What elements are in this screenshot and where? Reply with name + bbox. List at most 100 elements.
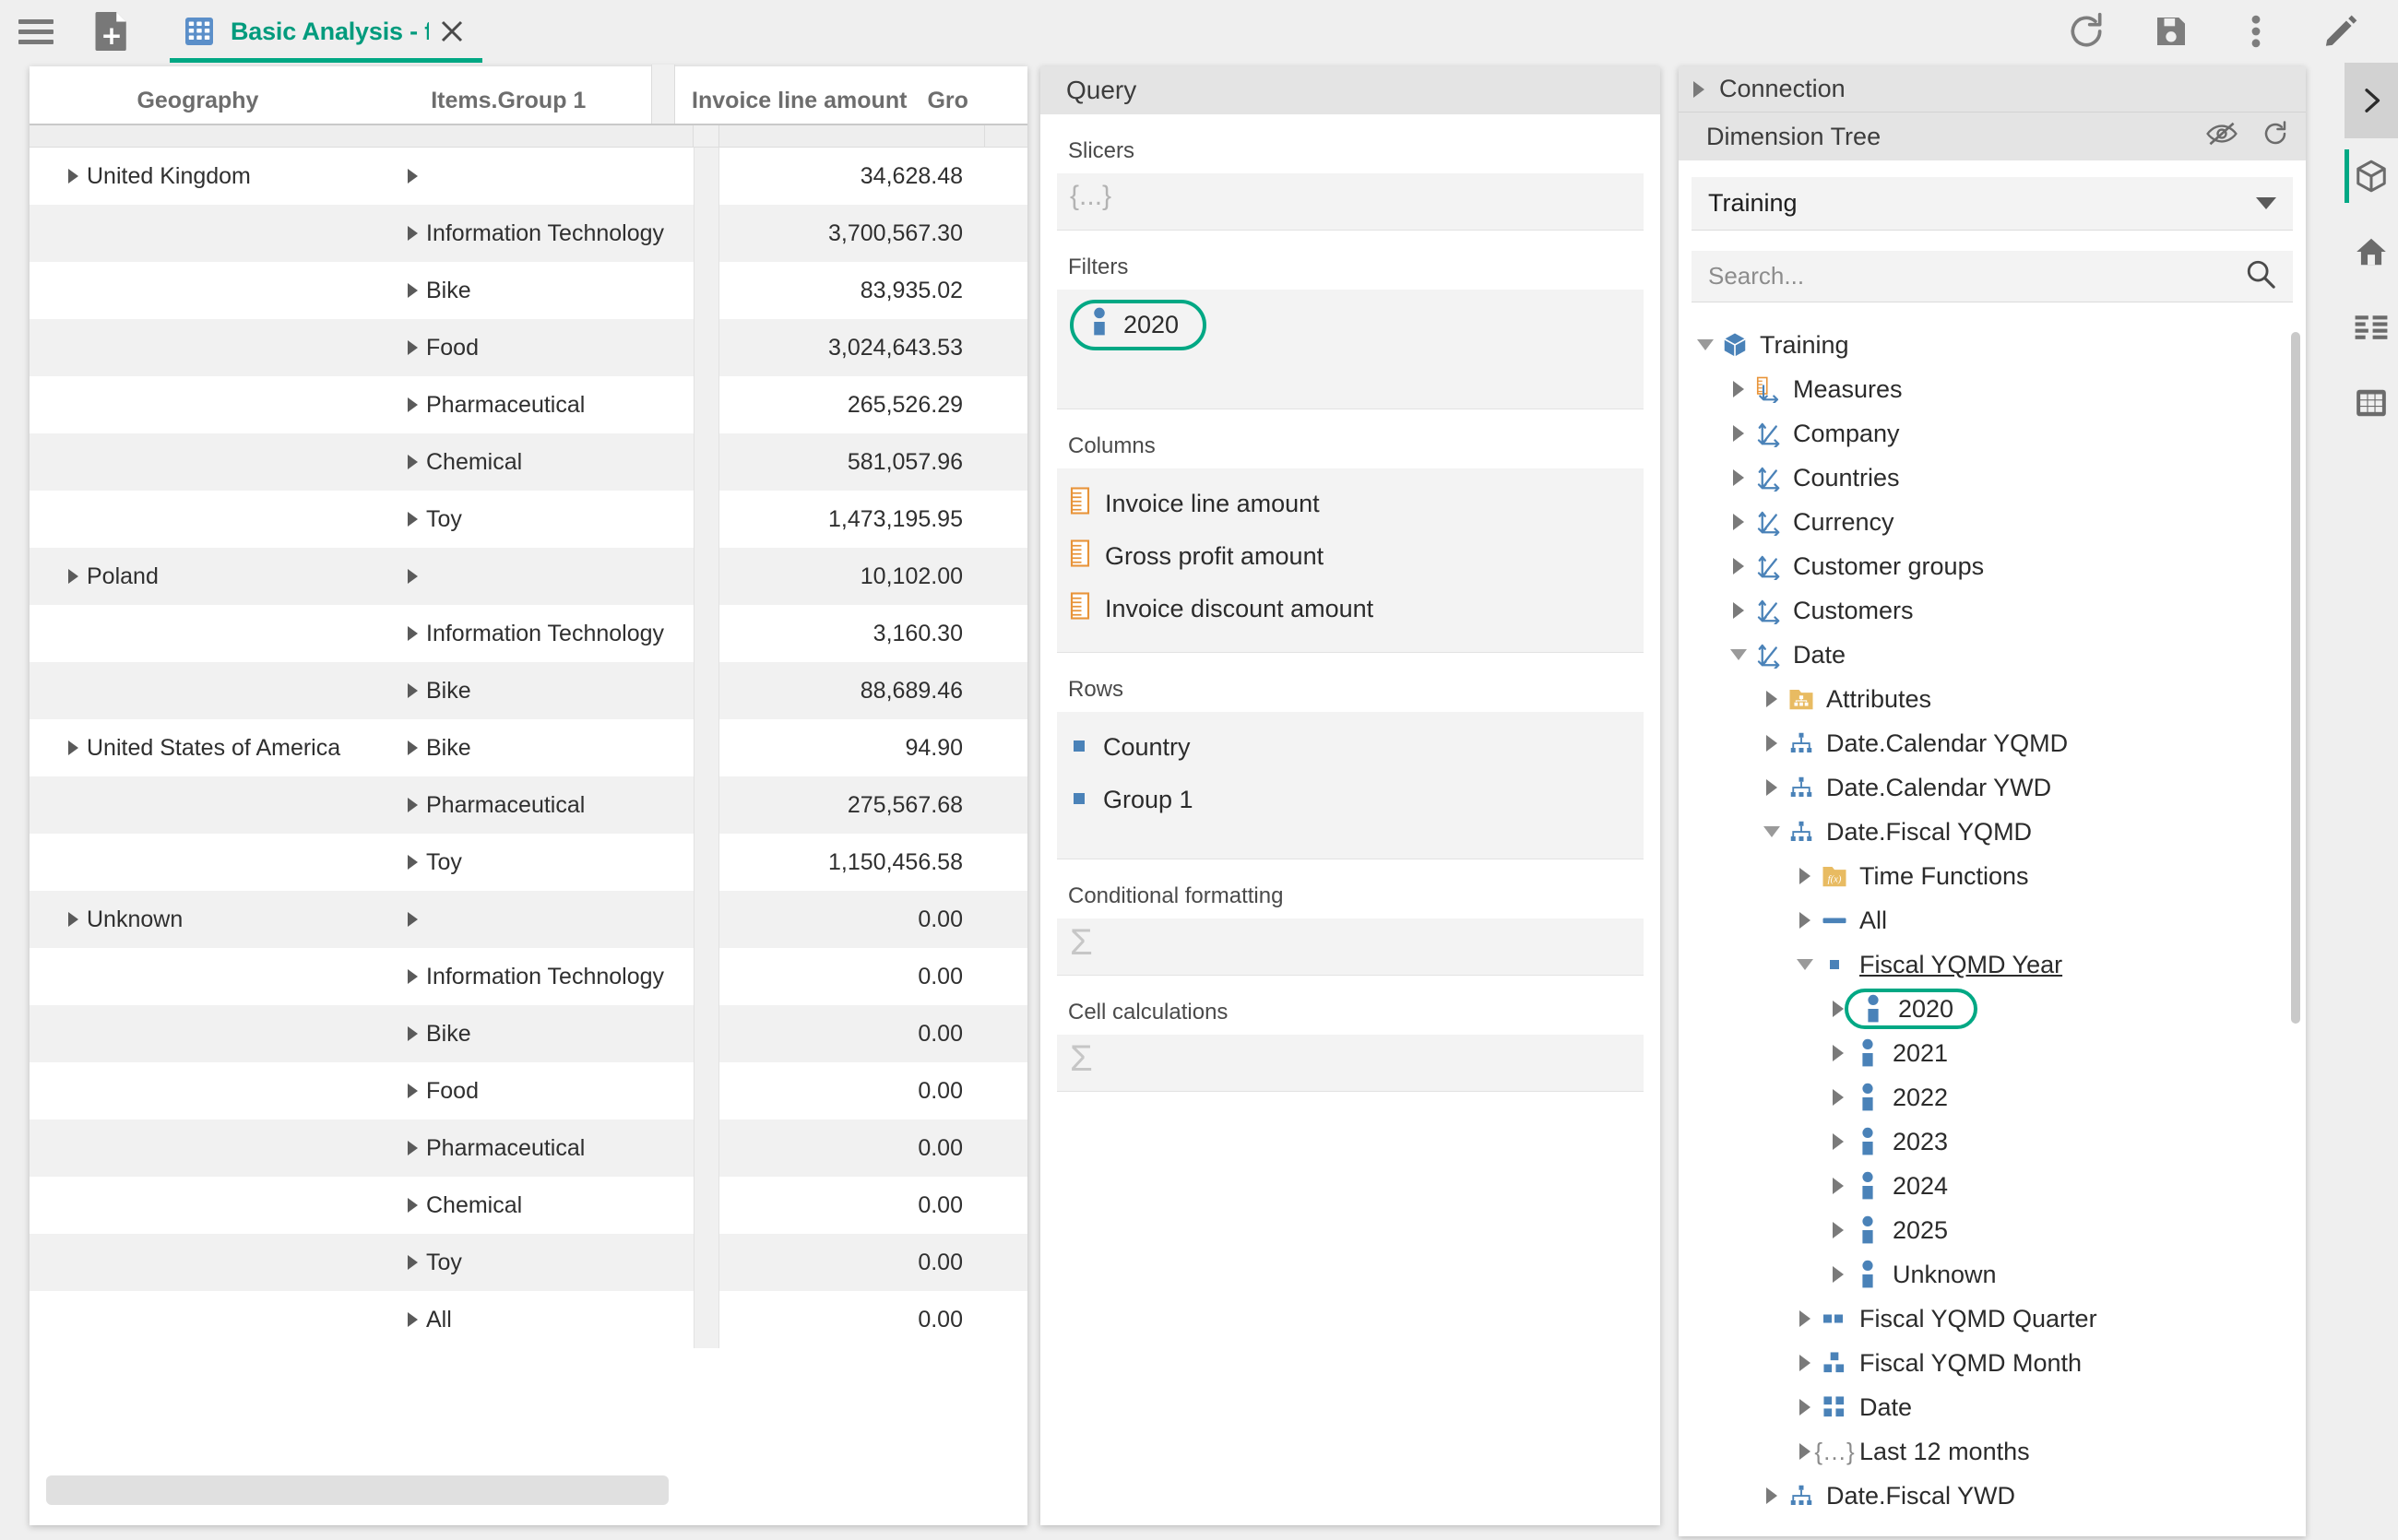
- cell-invoice-line-amount[interactable]: 0.00: [719, 1021, 985, 1048]
- expand-triangle-icon[interactable]: [68, 569, 78, 584]
- cell-invoice-line-amount[interactable]: 3,700,567.30: [719, 220, 985, 247]
- tree-node[interactable]: Unknown: [1679, 1252, 2306, 1297]
- cell-group[interactable]: Bike: [389, 1021, 694, 1048]
- expand-triangle-icon[interactable]: [1826, 1178, 1850, 1194]
- tree-node[interactable]: Date.Calendar YWD: [1679, 765, 2306, 810]
- cell-group[interactable]: Toy: [389, 506, 694, 533]
- tree-vertical-scrollbar[interactable]: [2291, 323, 2300, 1540]
- cell-group[interactable]: Pharmaceutical: [389, 1135, 694, 1162]
- table-row[interactable]: Bike 83,935.02: [30, 262, 1027, 319]
- refresh-icon[interactable]: [2261, 120, 2289, 154]
- cell-group[interactable]: [389, 169, 694, 184]
- tree-node[interactable]: 2022: [1679, 1075, 2306, 1119]
- tree-node[interactable]: Customers: [1679, 588, 2306, 633]
- table-row[interactable]: Information Technology 3,700,567.30: [30, 205, 1027, 262]
- cell-invoice-line-amount[interactable]: 3,024,643.53: [719, 335, 985, 361]
- expand-triangle-icon[interactable]: [1760, 1487, 1784, 1504]
- tree-node[interactable]: Date.Calendar YQMD: [1679, 721, 2306, 765]
- expand-triangle-icon[interactable]: [408, 169, 418, 184]
- cell-group[interactable]: All: [389, 1307, 694, 1333]
- tree-node[interactable]: Fiscal YQMD Month: [1679, 1341, 2306, 1385]
- column-header-invoice-line-amount[interactable]: Invoice line amount: [675, 88, 923, 124]
- cell-group[interactable]: Information Technology: [389, 621, 694, 647]
- tab-basic-analysis[interactable]: Basic Analysis - filtere: [170, 0, 482, 63]
- table-row[interactable]: Food 0.00: [30, 1062, 1027, 1119]
- expand-triangle-icon[interactable]: [1793, 1355, 1817, 1371]
- cell-group[interactable]: Toy: [389, 849, 694, 876]
- expand-triangle-icon[interactable]: [1727, 602, 1751, 619]
- rail-table-button[interactable]: [2345, 365, 2398, 441]
- expand-triangle-icon[interactable]: [408, 340, 418, 355]
- tree-node[interactable]: Customer groups: [1679, 544, 2306, 588]
- cell-group[interactable]: Bike: [389, 678, 694, 705]
- collapse-triangle-icon[interactable]: [1727, 649, 1751, 660]
- expand-triangle-icon[interactable]: [1793, 912, 1817, 929]
- tree-node[interactable]: 2024: [1679, 1164, 2306, 1208]
- tree-node[interactable]: Currency: [1679, 500, 2306, 544]
- table-row[interactable]: Information Technology 0.00: [30, 948, 1027, 1005]
- new-document-icon[interactable]: [92, 10, 131, 53]
- column-item-invoice-discount-amount[interactable]: Invoice discount amount: [1070, 583, 1631, 635]
- expand-triangle-icon[interactable]: [408, 512, 418, 527]
- tree-node[interactable]: All: [1679, 898, 2306, 942]
- cell-invoice-line-amount[interactable]: 0.00: [719, 1250, 985, 1276]
- search-icon[interactable]: [2245, 258, 2276, 294]
- cell-group[interactable]: Chemical: [389, 1192, 694, 1219]
- pencil-icon[interactable]: [2321, 11, 2361, 52]
- expand-triangle-icon[interactable]: [68, 169, 78, 184]
- search-input[interactable]: [1708, 262, 2245, 290]
- table-row[interactable]: Pharmaceutical 0.00: [30, 1119, 1027, 1177]
- expand-triangle-icon[interactable]: [68, 912, 78, 927]
- expand-triangle-icon[interactable]: [1727, 469, 1751, 486]
- cell-invoice-line-amount[interactable]: 83,935.02: [719, 278, 985, 304]
- tree-node[interactable]: Date: [1679, 633, 2306, 677]
- tree-node[interactable]: 2021: [1679, 1031, 2306, 1075]
- table-row[interactable]: Unknown 0.00: [30, 891, 1027, 948]
- rail-cube-button[interactable]: [2345, 138, 2398, 214]
- expand-triangle-icon[interactable]: [1826, 1266, 1850, 1283]
- collapse-triangle-icon[interactable]: [1760, 826, 1784, 837]
- expand-triangle-icon[interactable]: [408, 569, 418, 584]
- cell-invoice-line-amount[interactable]: 0.00: [719, 906, 985, 933]
- cell-group[interactable]: Bike: [389, 278, 694, 304]
- expand-triangle-icon[interactable]: [408, 455, 418, 469]
- cell-group[interactable]: Food: [389, 1078, 694, 1105]
- cell-invoice-line-amount[interactable]: 1,150,456.58: [719, 849, 985, 876]
- expand-triangle-icon[interactable]: [408, 969, 418, 984]
- filters-dropzone[interactable]: 2020: [1057, 290, 1644, 409]
- expand-triangle-icon[interactable]: [408, 1312, 418, 1327]
- close-icon[interactable]: [438, 18, 466, 45]
- expand-triangle-icon[interactable]: [1727, 558, 1751, 575]
- table-row[interactable]: Toy 0.00: [30, 1234, 1027, 1291]
- cell-invoice-line-amount[interactable]: 0.00: [719, 1192, 985, 1219]
- table-row[interactable]: Bike 88,689.46: [30, 662, 1027, 719]
- cell-invoice-line-amount[interactable]: 88,689.46: [719, 678, 985, 705]
- expand-triangle-icon[interactable]: [1826, 1045, 1850, 1061]
- column-item-invoice-line-amount[interactable]: Invoice line amount: [1070, 478, 1631, 530]
- tree-node[interactable]: Measures: [1679, 367, 2306, 411]
- cell-invoice-line-amount[interactable]: 265,526.29: [719, 392, 985, 419]
- expand-triangle-icon[interactable]: [408, 1141, 418, 1155]
- expand-triangle-icon[interactable]: [1760, 691, 1784, 707]
- tree-node[interactable]: 2023: [1679, 1119, 2306, 1164]
- tree-node[interactable]: Fiscal YQMD Quarter: [1679, 1297, 2306, 1341]
- tree-search-box[interactable]: [1692, 251, 2293, 302]
- floppy-save-icon[interactable]: [2151, 11, 2191, 52]
- row-item-group-1[interactable]: Group 1: [1070, 774, 1631, 826]
- rows-dropzone[interactable]: Country Group 1: [1057, 712, 1644, 859]
- table-row[interactable]: Information Technology 3,160.30: [30, 605, 1027, 662]
- expand-triangle-icon[interactable]: [408, 397, 418, 412]
- cell-invoice-line-amount[interactable]: 3,160.30: [719, 621, 985, 647]
- cell-invoice-line-amount[interactable]: 275,567.68: [719, 792, 985, 819]
- rail-list-button[interactable]: [2345, 290, 2398, 365]
- expand-triangle-icon[interactable]: [1826, 1222, 1850, 1238]
- expand-triangle-icon[interactable]: [408, 740, 418, 755]
- table-row[interactable]: Food 3,024,643.53: [30, 319, 1027, 376]
- table-row[interactable]: Toy 1,150,456.58: [30, 834, 1027, 891]
- expand-triangle-icon[interactable]: [408, 226, 418, 241]
- expand-triangle-icon[interactable]: [1826, 1133, 1850, 1150]
- cell-invoice-line-amount[interactable]: 10,102.00: [719, 563, 985, 590]
- column-header-gross-profit-amount[interactable]: Gro: [923, 88, 1027, 124]
- cell-group[interactable]: Information Technology: [389, 220, 694, 247]
- expand-triangle-icon[interactable]: [408, 1084, 418, 1098]
